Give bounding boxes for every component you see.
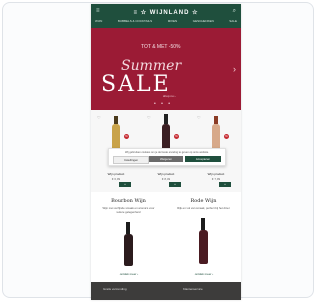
product-price: € 7,99 [211,177,221,181]
cookie-decline-button[interactable]: Weigeren [149,156,183,162]
footer-right-text[interactable]: Klantenservice [183,287,203,291]
search-icon[interactable]: ⌕ [233,8,236,15]
hero-banner[interactable]: TOT & MET -50% Summer SALE › shop nu › •… [91,28,241,110]
product-name: Wijn product [107,172,125,176]
bottle-neck [214,116,218,124]
product-name: Wijn product [157,172,175,176]
category-panel[interactable]: Bourbon Wijn Wijn met verfijnde smaak en… [91,192,166,278]
product-price: € 8,49 [161,177,171,181]
hero-sale-title: SALE [101,72,171,97]
add-to-cart-button[interactable]: + [169,182,181,187]
bottle-neck [201,218,205,230]
cookie-accept-button[interactable]: Accepteren [185,156,221,162]
discount-badge: % [124,134,129,139]
cookie-text: Wij gebruiken cookies om je de beste erv… [125,151,209,154]
add-to-cart-button[interactable]: + [119,182,131,187]
nav-item-mixen[interactable]: MIXEN [168,19,178,23]
category-title: Rode Wijn [190,198,217,204]
discount-badge: % [174,134,179,139]
heart-icon[interactable]: ♡ [97,115,101,120]
category-description: Rijk en vol van smaak, perfect bij het d… [177,206,230,210]
hero-discount-text: TOT & MET -50% [141,44,181,50]
heart-icon[interactable]: ♡ [147,115,151,120]
cookie-settings-button[interactable]: Instellingen [113,156,149,164]
heart-icon[interactable]: ♡ [197,115,201,120]
chevron-right-icon[interactable]: › [233,64,236,74]
top-bar: ≡ ≡ ☆ WIJNLAND ☆ ⌕ WIJN BUBBELS & COCKTA… [91,4,241,28]
main-nav: WIJN BUBBELS & COCKTAILS MIXEN GESCHENKE… [95,19,237,23]
product-name: Wijn product [207,172,225,176]
category-title: Bourbon Wijn [111,198,146,204]
category-panel[interactable]: Rode Wijn Rijk en vol van smaak, perfect… [166,192,241,278]
bottle-image [199,230,208,264]
nav-item-wijn[interactable]: WIJN [95,19,102,23]
bottle-neck [126,222,130,234]
discount-badge: % [224,134,229,139]
category-link[interactable]: ontdek meer › [113,272,145,276]
bottle-image [162,124,170,150]
nav-item-geschenken[interactable]: GESCHENKEN [193,19,214,23]
category-description: Wijn met verfijnde smaak en aroma's voor… [102,206,155,214]
bottle-neck [164,114,168,124]
footer-left-text[interactable]: Gratis verzending [103,287,127,291]
bottle-image [212,124,220,150]
hero-cta-link[interactable]: shop nu › [163,94,176,98]
add-to-cart-button[interactable]: + [219,182,231,187]
cookie-banner: Wij gebruiken cookies om je de beste erv… [108,148,226,166]
nav-item-bubbels[interactable]: BUBBELS & COCKTAILS [118,19,152,23]
nav-item-sale[interactable]: SALE [229,19,237,23]
mobile-page: ≡ ≡ ☆ WIJNLAND ☆ ⌕ WIJN BUBBELS & COCKTA… [91,4,241,300]
carousel-dots[interactable]: • • • [154,101,172,107]
brand-logo[interactable]: ≡ ☆ WIJNLAND ☆ [91,9,241,16]
bottle-image [112,124,120,150]
product-price: € 6,99 [111,177,121,181]
footer-strip: Gratis verzending Klantenservice [91,282,241,300]
category-link[interactable]: ontdek meer › [188,272,220,276]
bottle-neck [114,116,118,124]
bottle-image [124,234,133,266]
